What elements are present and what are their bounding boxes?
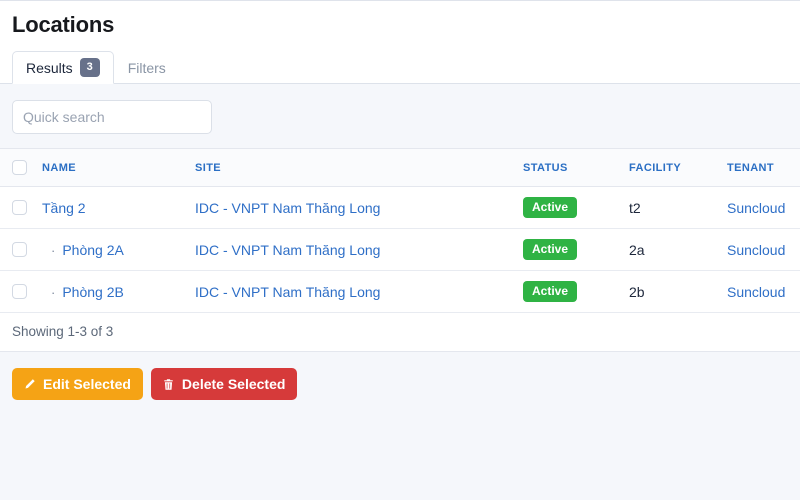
- table-header-row: NAME SITE STATUS FACILITY TENANT: [0, 149, 800, 188]
- indent-dot-icon: ·: [51, 242, 56, 258]
- location-link[interactable]: Phòng 2B: [62, 284, 124, 300]
- search-input[interactable]: [12, 100, 212, 135]
- select-all-header: [0, 149, 42, 188]
- cell-status: Active: [523, 270, 629, 314]
- tab-filters[interactable]: Filters: [114, 51, 180, 84]
- row-select-cell: [0, 228, 42, 272]
- table-body: Tầng 2 IDC - VNPT Nam Thăng Long Active …: [0, 186, 800, 314]
- site-link[interactable]: IDC - VNPT Nam Thăng Long: [195, 200, 380, 216]
- pencil-icon: [23, 378, 36, 391]
- cell-name: · Phòng 2A: [42, 228, 195, 272]
- pagination-summary: Showing 1-3 of 3: [0, 313, 800, 352]
- delete-selected-button[interactable]: Delete Selected: [150, 368, 298, 401]
- tab-results-label: Results: [26, 59, 73, 76]
- facility-value: 2a: [629, 241, 645, 258]
- cell-name: · Phòng 2B: [42, 270, 195, 314]
- search-area: [0, 84, 800, 148]
- cell-tenant: Suncloud: [727, 228, 800, 272]
- locations-table: NAME SITE STATUS FACILITY TENANT Tầng 2: [0, 149, 800, 314]
- table-row: · Phòng 2B IDC - VNPT Nam Thăng Long Acti…: [0, 270, 800, 314]
- table-head: NAME SITE STATUS FACILITY TENANT: [0, 149, 800, 188]
- results-panel: NAME SITE STATUS FACILITY TENANT Tầng 2: [0, 83, 800, 401]
- row-checkbox[interactable]: [12, 284, 27, 300]
- status-badge: Active: [523, 197, 578, 219]
- row-select-cell: [0, 270, 42, 314]
- column-header-name[interactable]: NAME: [42, 149, 195, 188]
- tenant-link[interactable]: Suncloud: [727, 242, 785, 258]
- site-link[interactable]: IDC - VNPT Nam Thăng Long: [195, 242, 380, 258]
- status-badge: Active: [523, 239, 578, 261]
- trash-icon: [162, 378, 175, 391]
- edit-selected-label: Edit Selected: [43, 376, 131, 393]
- edit-selected-button[interactable]: Edit Selected: [12, 368, 143, 401]
- tab-filters-label: Filters: [127, 59, 166, 76]
- location-link[interactable]: Phòng 2A: [62, 242, 124, 258]
- cell-tenant: Suncloud: [727, 270, 800, 314]
- site-link[interactable]: IDC - VNPT Nam Thăng Long: [195, 284, 380, 300]
- cell-tenant: Suncloud: [727, 186, 800, 230]
- indent-dot-icon: ·: [51, 284, 56, 300]
- row-select-cell: [0, 186, 42, 230]
- tab-bar: Results 3 Filters: [0, 51, 800, 85]
- column-header-tenant[interactable]: TENANT: [727, 149, 800, 188]
- column-header-status[interactable]: STATUS: [523, 149, 629, 188]
- row-checkbox[interactable]: [12, 200, 27, 216]
- table-row: · Phòng 2A IDC - VNPT Nam Thăng Long Acti…: [0, 228, 800, 272]
- page-title: Locations: [12, 12, 115, 37]
- cell-status: Active: [523, 228, 629, 272]
- tenant-link[interactable]: Suncloud: [727, 284, 785, 300]
- results-table-card: NAME SITE STATUS FACILITY TENANT Tầng 2: [0, 148, 800, 353]
- page-header: Locations Results 3 Filters: [0, 1, 800, 85]
- cell-site: IDC - VNPT Nam Thăng Long: [195, 186, 523, 230]
- cell-site: IDC - VNPT Nam Thăng Long: [195, 228, 523, 272]
- facility-value: 2b: [629, 283, 645, 300]
- column-header-facility[interactable]: FACILITY: [629, 149, 727, 188]
- cell-facility: 2b: [629, 270, 727, 314]
- select-all-checkbox[interactable]: [12, 160, 27, 176]
- row-checkbox[interactable]: [12, 242, 27, 258]
- facility-value: t2: [629, 199, 641, 216]
- delete-selected-label: Delete Selected: [181, 376, 286, 393]
- cell-name: Tầng 2: [42, 186, 195, 230]
- bulk-actions: Edit Selected Delete Selected: [0, 352, 800, 401]
- location-link[interactable]: Tầng 2: [42, 200, 86, 216]
- cell-facility: 2a: [629, 228, 727, 272]
- tenant-link[interactable]: Suncloud: [727, 200, 785, 216]
- cell-status: Active: [523, 186, 629, 230]
- cell-facility: t2: [629, 186, 727, 230]
- cell-site: IDC - VNPT Nam Thăng Long: [195, 270, 523, 314]
- tab-results-badge: 3: [79, 58, 100, 78]
- tab-results[interactable]: Results 3: [12, 51, 114, 85]
- status-badge: Active: [523, 281, 578, 303]
- column-header-site[interactable]: SITE: [195, 149, 523, 188]
- table-row: Tầng 2 IDC - VNPT Nam Thăng Long Active …: [0, 186, 800, 230]
